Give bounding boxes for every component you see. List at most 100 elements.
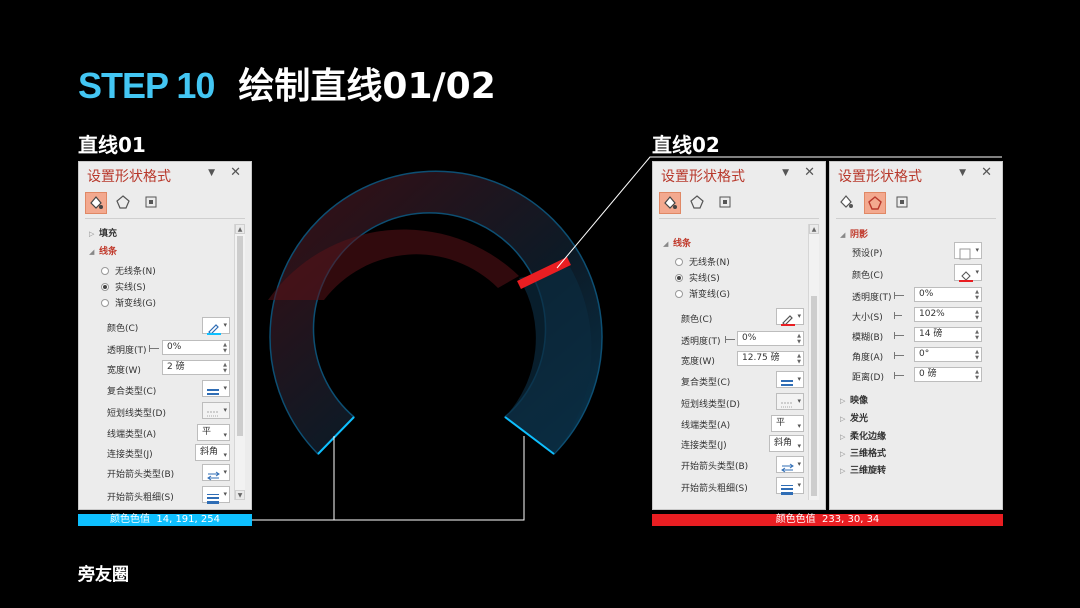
arrow-start-type-button[interactable]: ▾ (776, 456, 804, 473)
shadow-angle-input[interactable]: 0° ▲ ▼ (914, 347, 982, 362)
shadow-size-slider[interactable] (894, 312, 902, 319)
glow-section[interactable]: ▷ 发光 (840, 411, 868, 424)
close-icon[interactable]: ✕ (230, 165, 241, 180)
scroll-up-icon[interactable]: ▲ (235, 224, 245, 234)
dash-type-button[interactable]: ▾ (776, 393, 804, 410)
chevron-down-icon: ▾ (797, 442, 801, 450)
scroll-thumb[interactable] (237, 236, 243, 436)
shadow-blur-slider[interactable] (894, 332, 904, 339)
arrow-start-type-button[interactable]: ▾ (202, 464, 230, 481)
dash-type-icon (207, 405, 221, 424)
line01-color-bar: 颜色色值 14, 191, 254 (78, 514, 252, 526)
fill-line-icon[interactable] (836, 192, 858, 214)
cap-type-select[interactable]: 平 ▾ (197, 424, 230, 441)
preset-button[interactable]: ▾ (954, 242, 982, 260)
shadow-angle-slider[interactable] (894, 352, 904, 359)
arrow-start-size-button[interactable]: ▾ (776, 477, 804, 495)
size-properties-icon[interactable] (892, 192, 914, 214)
spinner-icon[interactable]: ▲ ▼ (975, 329, 979, 341)
size-properties-icon[interactable] (715, 192, 737, 214)
line-section[interactable]: ◢ 线条 (89, 244, 117, 257)
join-type-select[interactable]: 斜角 ▾ (769, 435, 804, 452)
radio-button[interactable] (675, 289, 683, 298)
line02-color-caption: 颜色色值 (775, 514, 816, 525)
spinner-icon[interactable]: ▲ ▼ (975, 309, 979, 321)
chevron-down-icon: ▾ (975, 268, 979, 276)
soft-edges-section[interactable]: ▷ 柔化边缘 (840, 429, 886, 442)
solid-line-label: 实线(S) (115, 283, 146, 293)
pin-dropdown-icon[interactable]: ▼ (959, 168, 966, 178)
scroll-up-icon[interactable]: ▲ (809, 224, 819, 234)
radio-button-selected[interactable] (101, 282, 109, 291)
shadow-section[interactable]: ◢ 阴影 (840, 227, 868, 240)
spinner-icon[interactable]: ▲ ▼ (797, 333, 801, 345)
shadow-transparency-slider[interactable] (894, 292, 904, 299)
transparency-label: 透明度(T) (107, 346, 147, 356)
radio-button[interactable] (675, 257, 683, 266)
spinner-icon[interactable]: ▲ ▼ (975, 289, 979, 301)
soft-edges-label: 柔化边缘 (850, 432, 887, 442)
color-picker-button[interactable]: ▾ (776, 308, 804, 326)
gradient-line-radio[interactable]: 渐变线(G) (101, 296, 156, 309)
dash-type-button[interactable]: ▾ (202, 402, 230, 419)
gradient-line-radio[interactable]: 渐变线(G) (675, 287, 730, 300)
spinner-icon[interactable]: ▲ ▼ (975, 369, 979, 381)
rotation-3d-section[interactable]: ▷ 三维旋转 (840, 463, 886, 476)
close-icon[interactable]: ✕ (981, 165, 992, 180)
no-line-radio[interactable]: 无线条(N) (675, 255, 730, 268)
spinner-icon[interactable]: ▲ ▼ (797, 353, 801, 365)
reflection-section[interactable]: ▷ 映像 (840, 393, 868, 406)
shadow-color-button[interactable]: ▾ (954, 264, 982, 282)
color-picker-button[interactable]: ▾ (202, 317, 230, 335)
solid-line-radio[interactable]: 实线(S) (675, 271, 720, 284)
cap-type-select[interactable]: 平 ▾ (771, 415, 804, 432)
effects-icon[interactable] (113, 192, 135, 214)
arrow-start-size-button[interactable]: ▾ (202, 486, 230, 504)
format-3d-section[interactable]: ▷ 三维格式 (840, 446, 886, 459)
no-line-radio[interactable]: 无线条(N) (101, 264, 156, 277)
transparency-input[interactable]: 0% ▲ ▼ (737, 331, 804, 346)
close-icon[interactable]: ✕ (804, 165, 815, 180)
transparency-value: 0% (167, 342, 182, 352)
width-input[interactable]: 2 磅 ▲ ▼ (162, 360, 230, 375)
fill-section[interactable]: ▷ 填充 (89, 226, 117, 239)
radio-button[interactable] (101, 298, 109, 307)
scroll-down-icon[interactable]: ▼ (235, 490, 245, 500)
panel-scrollbar[interactable]: ▲ (808, 224, 819, 500)
size-properties-icon[interactable] (141, 192, 163, 214)
join-type-label: 连接类型(J) (681, 441, 727, 451)
fill-line-icon[interactable] (85, 192, 107, 214)
effects-icon[interactable] (687, 192, 709, 214)
arrow-start-size-label: 开始箭头粗细(S) (107, 493, 174, 503)
pin-dropdown-icon[interactable]: ▼ (782, 168, 789, 178)
chevron-down-icon: ▾ (223, 406, 227, 414)
shadow-size-input[interactable]: 102% ▲ ▼ (914, 307, 982, 322)
compound-type-button[interactable]: ▾ (776, 371, 804, 388)
radio-button[interactable] (101, 266, 109, 275)
line02-color-value: 233, 30, 34 (822, 514, 880, 525)
transparency-input[interactable]: 0% ▲ ▼ (162, 340, 230, 355)
effects-icon[interactable] (864, 192, 886, 214)
shadow-blur-input[interactable]: 14 磅 ▲ ▼ (914, 327, 982, 342)
transparency-slider[interactable] (725, 336, 735, 343)
spinner-icon[interactable]: ▲ ▼ (223, 342, 227, 354)
join-type-select[interactable]: 斜角 ▾ (195, 444, 230, 461)
shadow-distance-slider[interactable] (894, 372, 904, 379)
width-input[interactable]: 12.75 磅 ▲ ▼ (737, 351, 804, 366)
fill-line-icon[interactable] (659, 192, 681, 214)
transparency-slider[interactable] (149, 345, 159, 352)
panel-scrollbar[interactable]: ▲ ▼ (234, 224, 245, 500)
compound-type-button[interactable]: ▾ (202, 380, 230, 397)
shadow-distance-input[interactable]: 0 磅 ▲ ▼ (914, 367, 982, 382)
shadow-distance-label: 距离(D) (852, 373, 884, 383)
line01-color-caption: 颜色色值 (110, 514, 150, 525)
spinner-icon[interactable]: ▲ ▼ (975, 349, 979, 361)
scroll-thumb[interactable] (811, 296, 817, 496)
glow-label: 发光 (850, 414, 869, 424)
spinner-icon[interactable]: ▲ ▼ (223, 362, 227, 374)
radio-button-selected[interactable] (675, 273, 683, 282)
line-section[interactable]: ◢ 线条 (663, 236, 691, 249)
pin-dropdown-icon[interactable]: ▼ (208, 168, 215, 178)
solid-line-radio[interactable]: 实线(S) (101, 280, 146, 293)
shadow-transparency-input[interactable]: 0% ▲ ▼ (914, 287, 982, 302)
